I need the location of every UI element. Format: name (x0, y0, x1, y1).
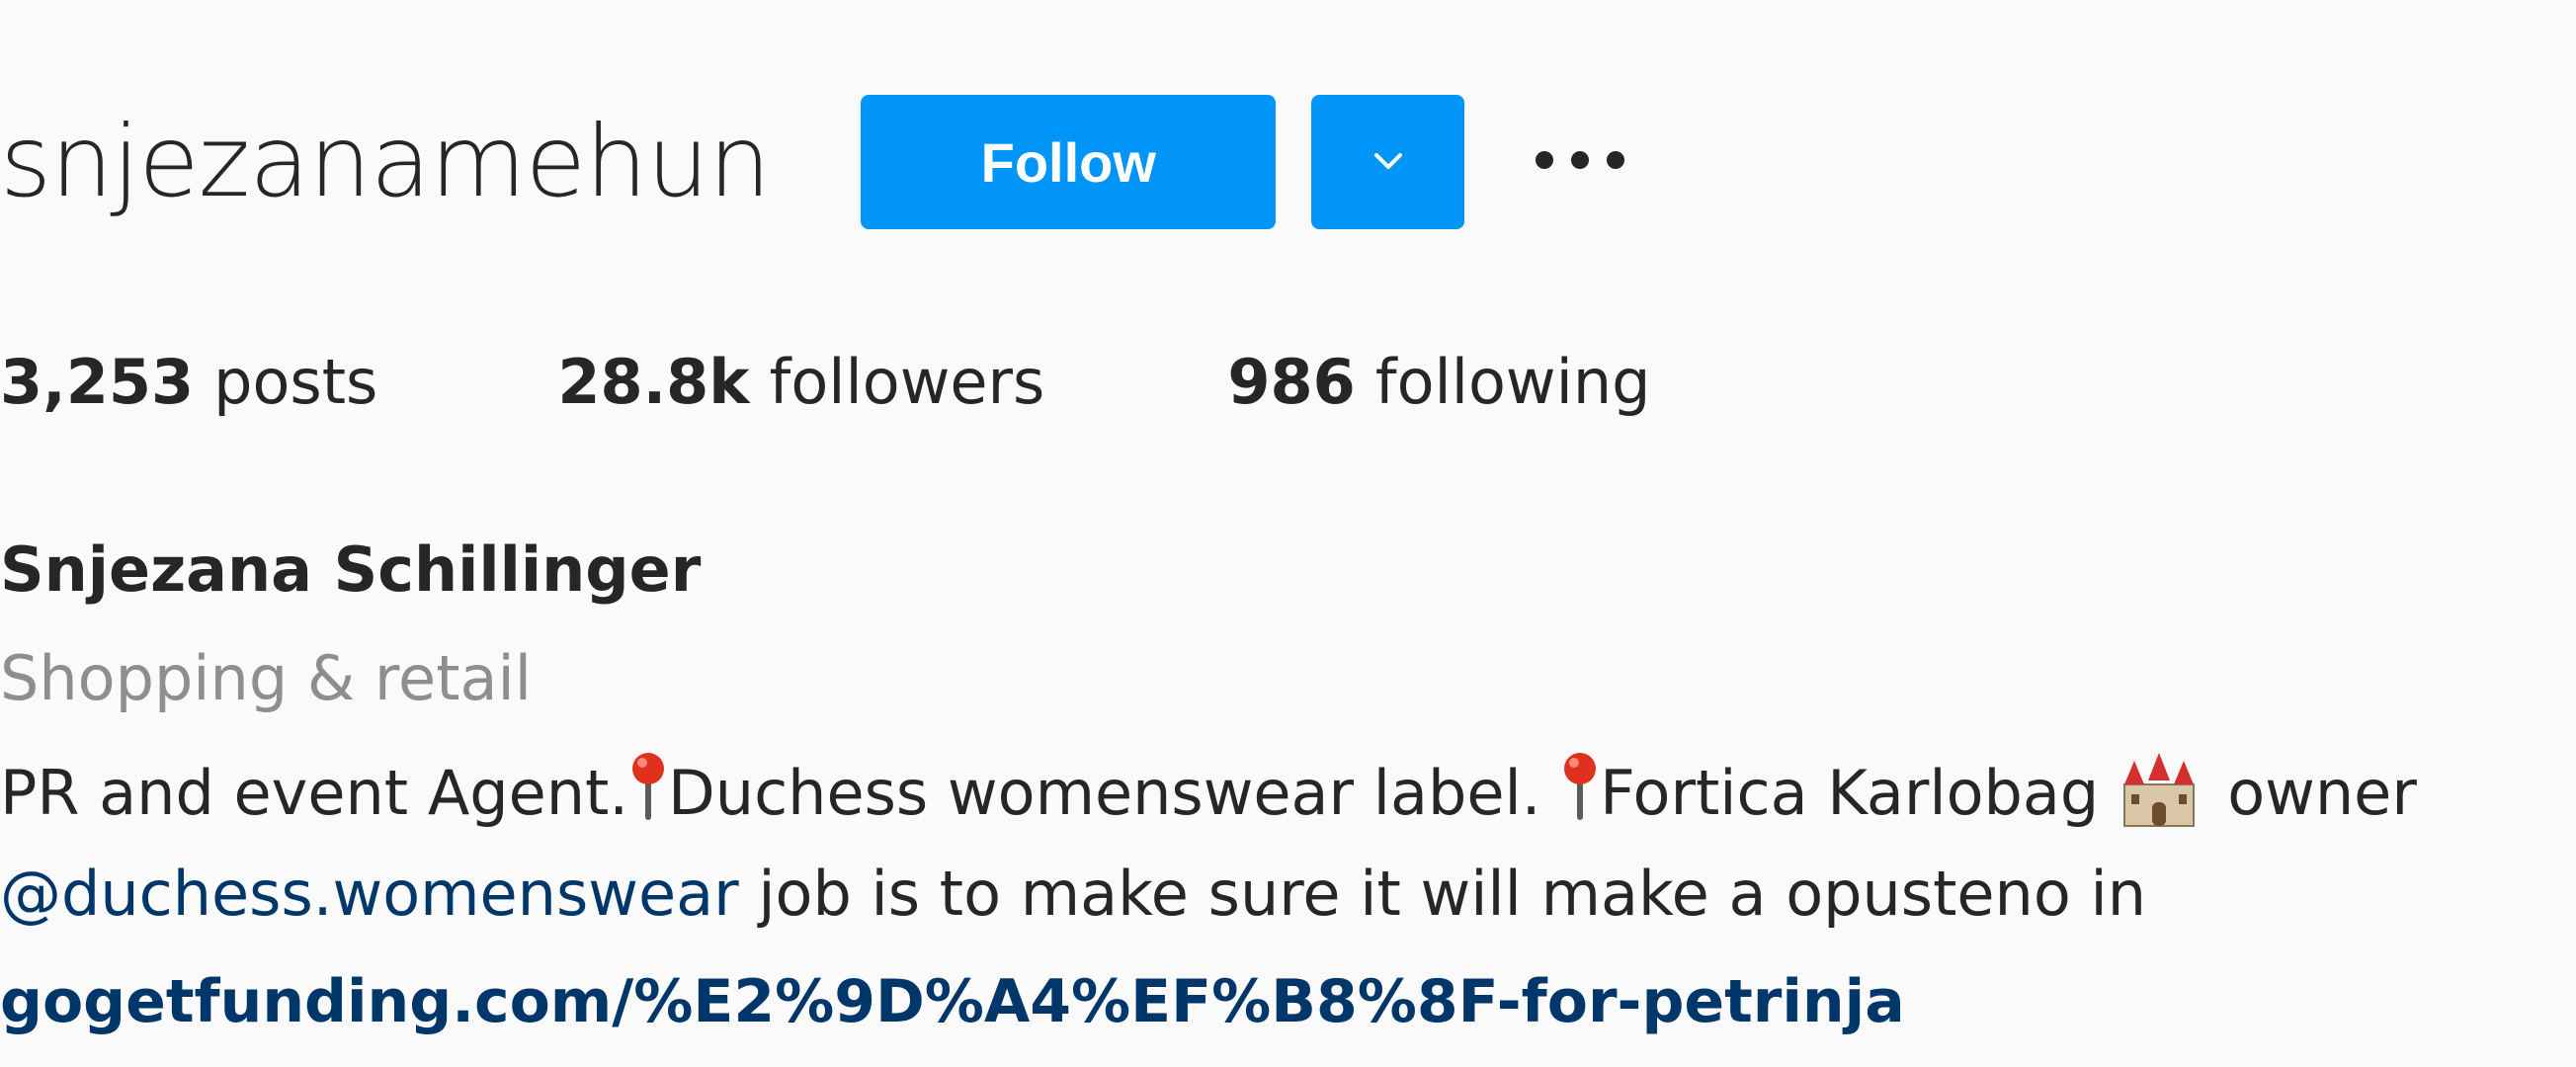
round-pushpin-icon (630, 749, 666, 828)
bio-external-link[interactable]: gogetfunding.com/%E2%9D%A4%EF%B8%8F-for-… (0, 967, 1905, 1036)
follow-button[interactable]: Follow (861, 95, 1277, 229)
suggested-accounts-dropdown-button[interactable] (1311, 95, 1465, 229)
following-stat[interactable]: 986 following (1227, 346, 1650, 418)
chevron-down-icon (1369, 149, 1408, 176)
more-options-button[interactable] (1526, 95, 1634, 229)
posts-label: posts (213, 346, 378, 418)
profile-header: snjezanamehun Follow 3,253 posts 28.8k f… (0, 0, 2576, 1067)
bio-text: job is to make sure it will make a opust… (738, 858, 2147, 930)
bio-external-link-row: gogetfunding.com/%E2%9D%A4%EF%B8%8F-for-… (0, 964, 1905, 1036)
bio-text: Fortica Karlobag (1600, 757, 2100, 829)
posts-count: 3,253 (0, 346, 195, 418)
more-options-icon (1531, 145, 1629, 179)
profile-username: snjezanamehun (0, 104, 771, 219)
profile-title-row: snjezanamehun Follow (0, 94, 1634, 230)
profile-full-name: Snjezana Schillinger (0, 534, 702, 606)
bio-text: owner (2227, 757, 2417, 829)
bio-text: PR and event Agent. (0, 757, 629, 829)
castle-icon (2119, 751, 2200, 830)
following-label: following (1374, 346, 1651, 418)
bio-text: Duchess womenswear label. (668, 757, 1561, 829)
round-pushpin-icon (1562, 749, 1598, 828)
profile-category: Shopping & retail (0, 642, 532, 714)
followers-label: followers (769, 346, 1045, 418)
bio-line: PR and event Agent. Duchess womenswear l… (0, 749, 2417, 830)
posts-stat: 3,253 posts (0, 346, 377, 418)
followers-count: 28.8k (557, 346, 750, 418)
bio-line: @duchess.womenswear job is to make sure … (0, 858, 2146, 930)
bio-mention-link[interactable]: @duchess.womenswear (0, 858, 739, 930)
profile-stats: 3,253 posts 28.8k followers 986 followin… (0, 346, 1651, 418)
following-count: 986 (1227, 346, 1356, 418)
followers-stat[interactable]: 28.8k followers (557, 346, 1044, 418)
